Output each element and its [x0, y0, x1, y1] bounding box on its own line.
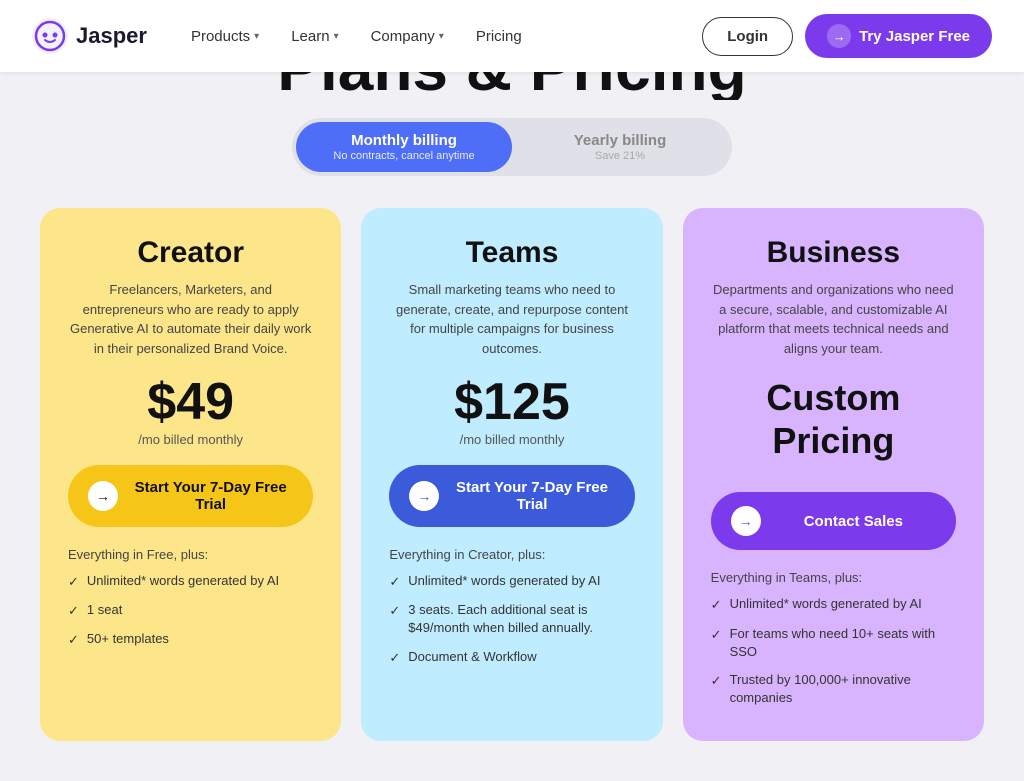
nav-links: Products ▾ Learn ▾ Company ▾ Pricing [179, 20, 534, 53]
billing-toggle[interactable]: Monthly billing No contracts, cancel any… [292, 118, 732, 176]
yearly-billing-sub: Save 21% [528, 150, 712, 162]
check-icon: ✓ [389, 573, 400, 591]
check-icon: ✓ [68, 573, 79, 591]
navbar: Jasper Products ▾ Learn ▾ Company ▾ Pric… [0, 0, 1024, 72]
pricing-cards: Creator Freelancers, Marketers, and entr… [40, 208, 984, 741]
creator-features-header: Everything in Free, plus: [68, 547, 313, 562]
check-icon: ✓ [711, 596, 722, 614]
business-feature-2: ✓ For teams who need 10+ seats with SSO [711, 625, 956, 661]
creator-card-desc: Freelancers, Marketers, and entrepreneur… [68, 280, 313, 358]
creator-card: Creator Freelancers, Marketers, and entr… [40, 208, 341, 741]
check-icon: ✓ [711, 672, 722, 690]
nav-item-company[interactable]: Company ▾ [359, 20, 456, 53]
login-button[interactable]: Login [702, 17, 793, 56]
arrow-right-icon: → [88, 481, 118, 511]
monthly-billing-label: Monthly billing [312, 132, 496, 149]
teams-feature-1: ✓ Unlimited* words generated by AI [389, 572, 634, 591]
business-card-title: Business [711, 236, 956, 270]
check-icon: ✓ [389, 649, 400, 667]
monthly-billing-sub: No contracts, cancel anytime [312, 150, 496, 162]
arrow-right-icon: → [827, 24, 851, 48]
business-features-header: Everything in Teams, plus: [711, 570, 956, 585]
chevron-down-icon: ▾ [439, 31, 444, 42]
business-contact-button[interactable]: → Contact Sales [711, 492, 956, 550]
creator-feature-3: ✓ 50+ templates [68, 630, 313, 649]
check-icon: ✓ [68, 631, 79, 649]
nav-item-products[interactable]: Products ▾ [179, 20, 271, 53]
check-icon: ✓ [711, 626, 722, 644]
teams-card: Teams Small marketing teams who need to … [361, 208, 662, 741]
creator-feature-2: ✓ 1 seat [68, 601, 313, 620]
nav-item-pricing[interactable]: Pricing [464, 20, 534, 53]
business-feature-1: ✓ Unlimited* words generated by AI [711, 595, 956, 614]
main-content: Plans & Pricing Monthly billing No contr… [0, 72, 1024, 781]
business-card-price: Custom Pricing [711, 376, 956, 462]
chevron-down-icon: ▾ [334, 31, 339, 42]
nav-item-learn[interactable]: Learn ▾ [279, 20, 350, 53]
teams-card-price-sub: /mo billed monthly [389, 432, 634, 447]
teams-card-title: Teams [389, 236, 634, 270]
page-title: Plans & Pricing [40, 72, 984, 100]
creator-feature-1: ✓ Unlimited* words generated by AI [68, 572, 313, 591]
page-title-area: Plans & Pricing [40, 72, 984, 100]
arrow-right-icon: → [409, 481, 439, 511]
teams-card-price: $125 [389, 376, 634, 428]
business-feature-3: ✓ Trusted by 100,000+ innovative compani… [711, 671, 956, 707]
yearly-billing-option[interactable]: Yearly billing Save 21% [512, 122, 728, 172]
creator-card-price: $49 [68, 376, 313, 428]
monthly-billing-option[interactable]: Monthly billing No contracts, cancel any… [296, 122, 512, 172]
creator-card-title: Creator [68, 236, 313, 270]
check-icon: ✓ [68, 602, 79, 620]
navbar-left: Jasper Products ▾ Learn ▾ Company ▾ Pric… [32, 18, 534, 54]
check-icon: ✓ [389, 602, 400, 620]
teams-trial-button[interactable]: → Start Your 7-Day Free Trial [389, 465, 634, 527]
try-free-button[interactable]: → Try Jasper Free [805, 14, 992, 58]
chevron-down-icon: ▾ [254, 31, 259, 42]
teams-features-header: Everything in Creator, plus: [389, 547, 634, 562]
arrow-right-icon: → [731, 506, 761, 536]
yearly-billing-label: Yearly billing [528, 132, 712, 149]
teams-feature-3: ✓ Document & Workflow [389, 648, 634, 667]
business-card-desc: Departments and organizations who need a… [711, 280, 956, 358]
logo[interactable]: Jasper [32, 18, 147, 54]
jasper-logo-icon [32, 18, 68, 54]
logo-text: Jasper [76, 23, 147, 49]
navbar-right: Login → Try Jasper Free [702, 14, 992, 58]
teams-feature-2: ✓ 3 seats. Each additional seat is $49/m… [389, 601, 634, 637]
creator-trial-button[interactable]: → Start Your 7-Day Free Trial [68, 465, 313, 527]
creator-card-price-sub: /mo billed monthly [68, 432, 313, 447]
business-card: Business Departments and organizations w… [683, 208, 984, 741]
teams-card-desc: Small marketing teams who need to genera… [389, 280, 634, 358]
